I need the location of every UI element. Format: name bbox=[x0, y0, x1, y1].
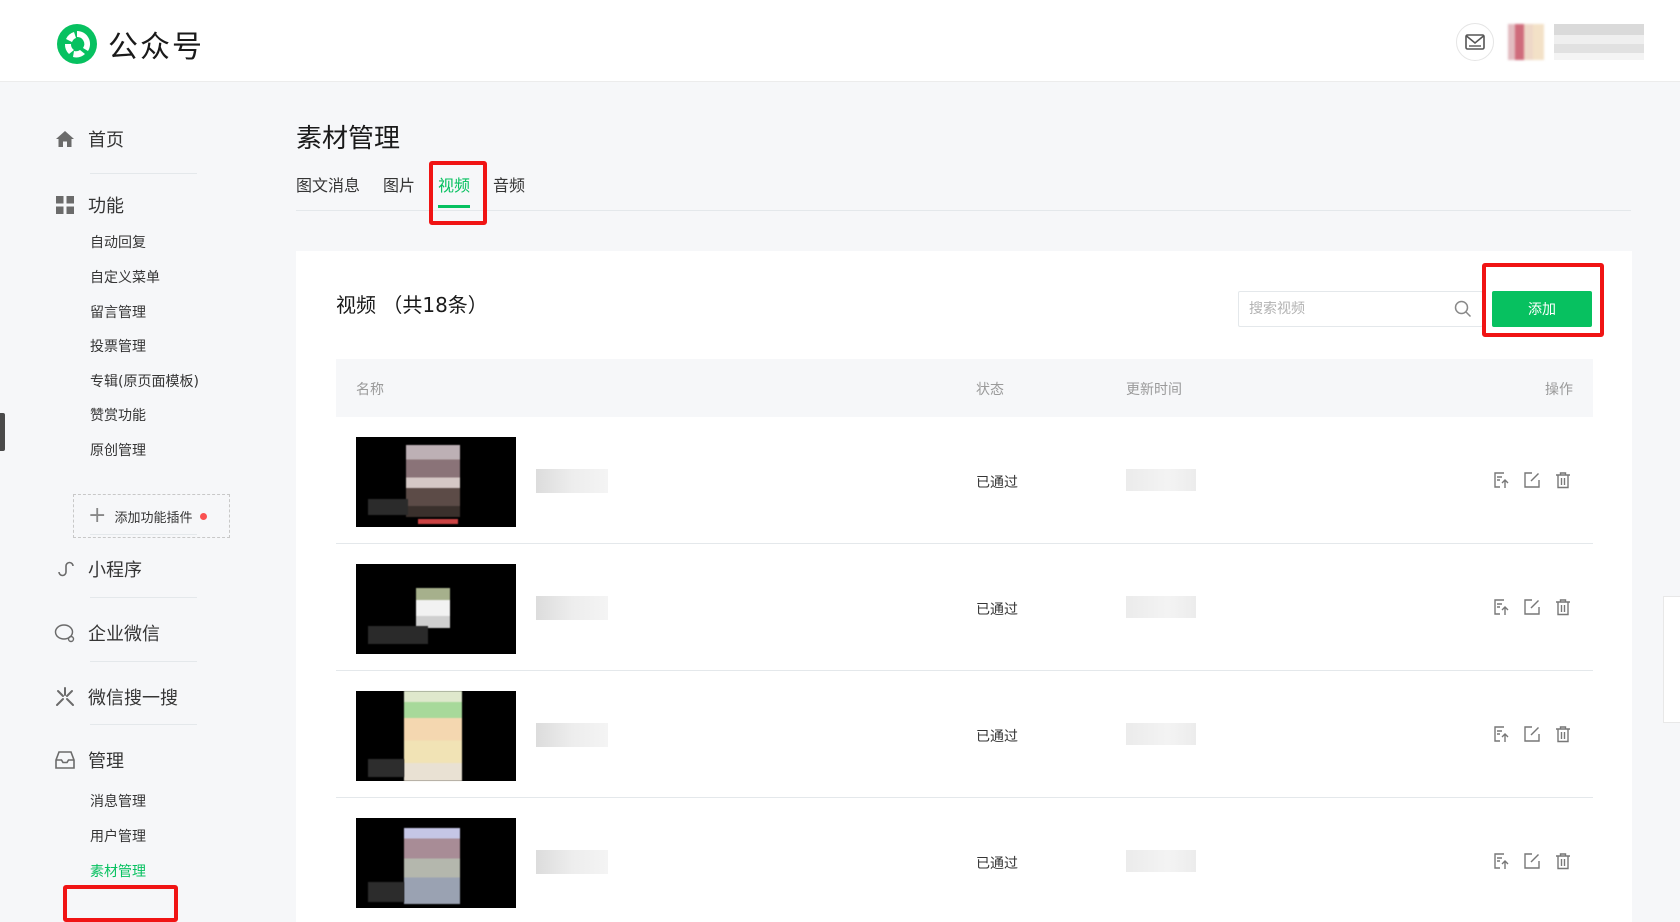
home-icon bbox=[54, 128, 76, 150]
column-actions: 操作 bbox=[1545, 382, 1573, 398]
sidebar: 首页 功能 自动回复 自定义菜单 留言管理 投票管理 专辑(原页面模板) 赞赏功… bbox=[0, 82, 260, 922]
edit-icon[interactable] bbox=[1522, 597, 1542, 617]
table-row[interactable]: 已通过 bbox=[336, 671, 1593, 798]
annotation-box-add-button bbox=[1482, 263, 1604, 337]
table-row[interactable]: 已通过 bbox=[336, 544, 1593, 671]
logo[interactable]: 公众号 bbox=[56, 22, 204, 66]
column-name: 名称 bbox=[356, 382, 384, 398]
upload-icon[interactable] bbox=[1491, 851, 1511, 871]
sidebar-section-miniprogram[interactable]: 小程序 bbox=[54, 556, 142, 582]
sidebar-item-reward[interactable]: 赞赏功能 bbox=[90, 405, 146, 425]
floating-side-panel[interactable] bbox=[1663, 596, 1680, 723]
column-status: 状态 bbox=[976, 382, 1004, 398]
grid-icon bbox=[54, 194, 76, 216]
video-thumbnail[interactable] bbox=[356, 564, 516, 654]
sidebar-section-wecom[interactable]: 企业微信 bbox=[54, 620, 160, 646]
edit-icon[interactable] bbox=[1522, 470, 1542, 490]
row-actions bbox=[1491, 724, 1584, 744]
status-badge: 已通过 bbox=[976, 856, 1018, 872]
divider bbox=[90, 534, 197, 535]
video-name[interactable] bbox=[536, 723, 608, 747]
divider bbox=[90, 597, 197, 598]
status-badge: 已通过 bbox=[976, 602, 1018, 618]
sidebar-item-auto-reply[interactable]: 自动回复 bbox=[90, 232, 146, 252]
tab-articles[interactable]: 图文消息 bbox=[296, 172, 360, 208]
search-icon[interactable] bbox=[1454, 300, 1472, 322]
updated-time bbox=[1126, 596, 1196, 618]
updated-time bbox=[1126, 469, 1196, 491]
sidebar-item-messages[interactable]: 消息管理 bbox=[90, 791, 146, 811]
sou-icon bbox=[54, 686, 76, 708]
sidebar-item-comments[interactable]: 留言管理 bbox=[90, 302, 146, 322]
sidebar-item-home[interactable]: 首页 bbox=[54, 126, 124, 152]
divider bbox=[90, 173, 197, 174]
inbox-icon bbox=[54, 749, 76, 771]
card-title: 视频 （共18条） bbox=[336, 293, 488, 317]
logo-icon bbox=[57, 24, 97, 64]
row-actions bbox=[1491, 851, 1584, 871]
link-icon bbox=[54, 558, 76, 580]
plus-icon: + bbox=[88, 503, 107, 528]
notification-dot bbox=[200, 512, 208, 520]
sidebar-item-voting[interactable]: 投票管理 bbox=[90, 336, 146, 356]
tab-audio[interactable]: 音频 bbox=[493, 172, 525, 208]
upload-icon[interactable] bbox=[1491, 724, 1511, 744]
updated-time bbox=[1126, 850, 1196, 872]
material-tabs: 图文消息 图片 视频 音频 bbox=[296, 172, 548, 208]
mail-button[interactable] bbox=[1456, 23, 1494, 61]
search-field[interactable] bbox=[1238, 291, 1483, 327]
delete-icon[interactable] bbox=[1553, 724, 1573, 744]
row-actions bbox=[1491, 597, 1584, 617]
status-badge: 已通过 bbox=[976, 729, 1018, 745]
video-thumbnail[interactable] bbox=[356, 691, 516, 781]
sidebar-item-original[interactable]: 原创管理 bbox=[90, 440, 146, 460]
sidebar-item-custom-menu[interactable]: 自定义菜单 bbox=[90, 267, 160, 287]
status-badge: 已通过 bbox=[976, 475, 1018, 491]
annotation-box-materials bbox=[63, 885, 178, 922]
table-header: 名称 状态 更新时间 操作 bbox=[336, 359, 1593, 417]
add-plugin-button[interactable]: + 添加功能插件 bbox=[73, 494, 230, 538]
sidebar-item-album[interactable]: 专辑(原页面模板) bbox=[90, 371, 199, 391]
row-actions bbox=[1491, 470, 1584, 490]
video-name[interactable] bbox=[536, 469, 608, 493]
account-name[interactable] bbox=[1554, 24, 1644, 60]
upload-icon[interactable] bbox=[1491, 597, 1511, 617]
upload-icon[interactable] bbox=[1491, 470, 1511, 490]
sidebar-collapse-handle[interactable] bbox=[0, 413, 5, 451]
avatar[interactable] bbox=[1508, 24, 1544, 60]
video-list-card: 视频 （共18条） 添加 名称 状态 更新时间 操作 已通过 bbox=[296, 251, 1632, 922]
divider bbox=[90, 661, 197, 662]
table-row[interactable]: 已通过 bbox=[336, 798, 1593, 922]
delete-icon[interactable] bbox=[1553, 597, 1573, 617]
sidebar-item-materials[interactable]: 素材管理 bbox=[90, 861, 146, 881]
brand-name: 公众号 bbox=[108, 30, 204, 65]
divider bbox=[90, 724, 197, 725]
annotation-box-video-tab bbox=[429, 161, 487, 225]
sidebar-section-search[interactable]: 微信搜一搜 bbox=[54, 684, 178, 710]
column-updated: 更新时间 bbox=[1126, 382, 1182, 398]
edit-icon[interactable] bbox=[1522, 851, 1542, 871]
page-title: 素材管理 bbox=[296, 124, 401, 154]
video-thumbnail[interactable] bbox=[356, 437, 516, 527]
table-row[interactable]: 已通过 bbox=[336, 417, 1593, 544]
tab-divider bbox=[296, 210, 1631, 211]
top-header: 公众号 bbox=[0, 0, 1680, 82]
sidebar-section-features[interactable]: 功能 bbox=[54, 192, 124, 218]
edit-icon[interactable] bbox=[1522, 724, 1542, 744]
search-input[interactable] bbox=[1249, 301, 1449, 317]
delete-icon[interactable] bbox=[1553, 470, 1573, 490]
mail-icon bbox=[1465, 34, 1485, 50]
video-name[interactable] bbox=[536, 596, 608, 620]
sidebar-section-manage[interactable]: 管理 bbox=[54, 747, 124, 773]
tab-images[interactable]: 图片 bbox=[383, 172, 415, 208]
video-thumbnail[interactable] bbox=[356, 818, 516, 908]
delete-icon[interactable] bbox=[1553, 851, 1573, 871]
updated-time bbox=[1126, 723, 1196, 745]
video-name[interactable] bbox=[536, 850, 608, 874]
wecom-icon bbox=[54, 622, 76, 644]
sidebar-item-users[interactable]: 用户管理 bbox=[90, 826, 146, 846]
